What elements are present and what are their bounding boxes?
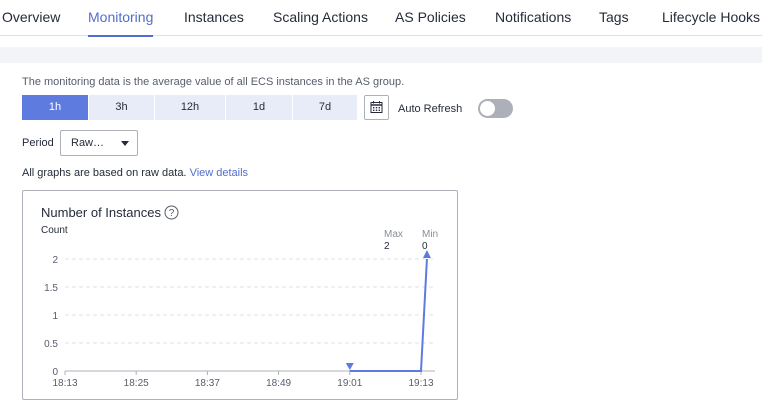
range-1d-button[interactable]: 1d xyxy=(226,95,292,120)
toggle-knob xyxy=(480,101,495,116)
period-select-value: Raw… xyxy=(71,137,105,149)
range-3h-button[interactable]: 3h xyxy=(89,95,154,120)
calendar-icon xyxy=(370,101,383,113)
section-divider xyxy=(0,47,762,63)
monitoring-info-text: The monitoring data is the average value… xyxy=(22,76,405,88)
y-tick-label: 0 xyxy=(52,367,58,378)
tab-lifecycle-hooks[interactable]: Lifecycle Hooks xyxy=(662,0,760,36)
tab-instances[interactable]: Instances xyxy=(184,0,244,36)
range-12h-button[interactable]: 12h xyxy=(155,95,225,120)
range-1h-button[interactable]: 1h xyxy=(22,95,88,120)
auto-refresh-toggle[interactable] xyxy=(478,99,513,118)
period-label: Period xyxy=(22,137,54,149)
y-tick-label: 1 xyxy=(52,311,58,322)
calendar-button[interactable] xyxy=(364,95,389,120)
view-details-link[interactable]: View details xyxy=(190,167,249,179)
chart-card: Number of Instances ? Count Max 2 Min 0 … xyxy=(22,190,458,400)
tab-bar: Overview Monitoring Instances Scaling Ac… xyxy=(0,0,762,37)
x-tick-label: 18:25 xyxy=(124,378,149,389)
tab-tags[interactable]: Tags xyxy=(599,0,629,36)
period-select[interactable]: Raw… xyxy=(60,130,138,156)
tab-scaling-actions[interactable]: Scaling Actions xyxy=(273,0,368,36)
chevron-down-icon xyxy=(121,141,129,146)
x-tick-label: 19:01 xyxy=(337,378,362,389)
raw-data-note-text: All graphs are based on raw data. xyxy=(22,167,187,179)
line-chart: 0 0.5 1 1.5 2 18:13 18:25 18:37 18:49 19:01 19:13 xyxy=(44,250,435,389)
min-marker xyxy=(345,363,354,370)
y-tick-label: 2 xyxy=(52,255,58,266)
x-tick-label: 19:13 xyxy=(408,378,433,389)
tab-notifications[interactable]: Notifications xyxy=(495,0,571,36)
range-7d-button[interactable]: 7d xyxy=(293,95,357,120)
y-tick-label: 1.5 xyxy=(44,283,58,294)
raw-data-note: All graphs are based on raw data. View d… xyxy=(22,167,248,179)
auto-refresh-label: Auto Refresh xyxy=(398,103,463,115)
x-tick-label: 18:37 xyxy=(195,378,220,389)
max-marker xyxy=(422,250,431,258)
x-tick-label: 18:49 xyxy=(266,378,291,389)
tab-monitoring[interactable]: Monitoring xyxy=(88,0,154,37)
tab-as-policies[interactable]: AS Policies xyxy=(395,0,466,36)
tab-overview[interactable]: Overview xyxy=(2,0,60,36)
y-tick-label: 0.5 xyxy=(44,339,58,350)
x-tick-label: 18:13 xyxy=(52,378,77,389)
